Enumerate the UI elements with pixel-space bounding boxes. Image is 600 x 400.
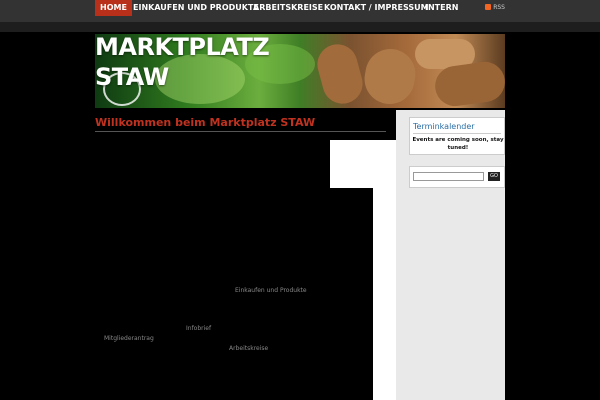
site-title[interactable]: MARKTPLATZ STAW xyxy=(95,32,295,92)
calendar-widget: Terminkalender Events are coming soon, s… xyxy=(409,117,505,155)
content-image-placeholder xyxy=(330,140,373,188)
search-go-button[interactable]: GO xyxy=(488,172,500,181)
nav-home[interactable]: HOME xyxy=(95,0,132,16)
link-infobrief[interactable]: Infobrief xyxy=(186,325,211,332)
nav-einkaufen-und-produkte[interactable]: EINKAUFEN UND PRODUKTE xyxy=(128,0,264,16)
calendar-widget-title: Terminkalender xyxy=(413,122,475,131)
link-arbeitskreise[interactable]: Arbeitskreise xyxy=(229,345,268,352)
content-right-gutter xyxy=(373,140,396,400)
page-title: Willkommen beim Marktplatz STAW xyxy=(95,116,316,129)
nav-arbeitskreise[interactable]: ARBEITSKREISE xyxy=(248,0,328,16)
site-title-line1: MARKTPLATZ xyxy=(95,33,270,61)
nav-intern[interactable]: INTERN xyxy=(420,0,463,16)
site-title-line2: STAW xyxy=(95,63,169,91)
calendar-widget-text: Events are coming soon, stay tuned! xyxy=(412,137,504,151)
link-einkaufen-und-produkte[interactable]: Einkaufen und Produkte xyxy=(235,287,307,294)
search-input[interactable] xyxy=(413,172,484,181)
header-background xyxy=(0,22,600,32)
nav-kontakt-impressum[interactable]: KONTAKT / IMPRESSUM xyxy=(319,0,434,16)
rss-icon xyxy=(485,3,492,10)
heading-divider xyxy=(95,131,386,132)
top-navigation: HOME EINKAUFEN UND PRODUKTE ARBEITSKREIS… xyxy=(0,0,600,22)
link-mitgliederantrag[interactable]: Mitgliederantrag xyxy=(104,335,154,342)
rss-label: RSS xyxy=(493,4,505,11)
search-widget: GO xyxy=(409,166,505,188)
rss-link[interactable]: RSS xyxy=(485,3,505,12)
calendar-widget-divider xyxy=(413,133,501,134)
